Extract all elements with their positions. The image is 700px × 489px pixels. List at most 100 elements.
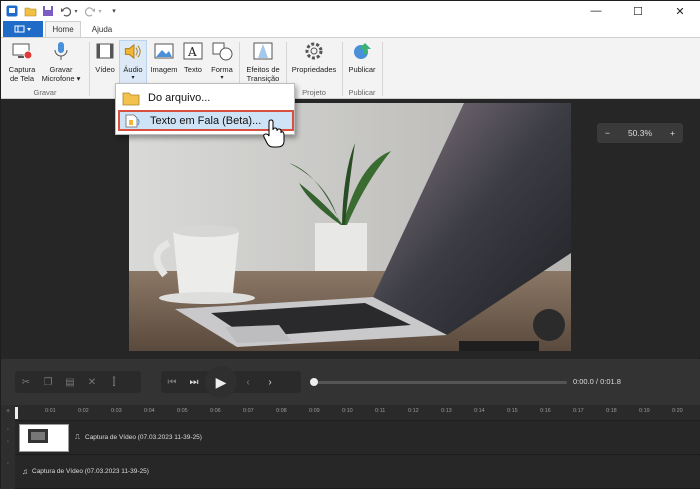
audio-label: Áudio (123, 65, 143, 74)
ruler-tick: 0:01 (45, 408, 56, 414)
tab-help[interactable]: Ajuda (85, 21, 119, 37)
save-icon[interactable] (41, 4, 55, 18)
ruler-tick: 0:03 (111, 408, 122, 414)
image-label: Imagem (150, 65, 178, 74)
ruler-tick: 0:04 (144, 408, 155, 414)
text-icon: A (183, 42, 203, 60)
shapes-icon (212, 42, 233, 61)
transition-effects-button[interactable]: Efeitos de Transição (243, 40, 283, 83)
music-note-icon: ♫ (22, 467, 28, 476)
properties-label: Propriedades (291, 65, 337, 74)
video-clip-thumbnail[interactable] (19, 424, 69, 452)
properties-button[interactable]: Propriedades (289, 40, 339, 74)
ruler-tick: 0:15 (507, 408, 518, 414)
speaker-icon (124, 43, 141, 60)
video-label: Vídeo (95, 65, 115, 74)
app-icon (5, 4, 19, 18)
ruler-tick: 0:02 (78, 408, 89, 414)
microphone-icon (54, 42, 68, 60)
ruler-tick: 0:19 (639, 408, 650, 414)
gear-icon (305, 42, 323, 60)
group-publish-label: Publicar (348, 88, 376, 97)
group-separator (89, 42, 90, 96)
transport-controls: ⏮ ⏭ ▶ ‹ › (161, 366, 301, 398)
laptop-photo (129, 103, 571, 351)
zoom-value[interactable]: 50.3% (628, 128, 652, 138)
publish-label: Publicar (348, 65, 376, 74)
paste-icon[interactable]: ▤ (59, 371, 81, 393)
image-icon (154, 43, 174, 59)
zoom-in-button[interactable]: + (670, 128, 675, 138)
undo-dropdown-icon[interactable]: ▾ (73, 4, 79, 18)
step-forward-icon[interactable]: ⏭ (183, 371, 205, 393)
playhead[interactable] (15, 407, 18, 419)
shape-label: Forma (211, 65, 233, 74)
redo-dropdown-icon[interactable]: ▾ (97, 4, 103, 18)
audio-track[interactable]: ♫ Captura de Vídeo (07.03.2023 11-39-25) (1, 456, 700, 489)
shape-button[interactable]: Forma ▾ (208, 40, 236, 83)
video-button[interactable]: Vídeo (93, 40, 117, 74)
redo-icon[interactable] (83, 4, 97, 18)
ruler-tick: 0:07 (243, 408, 254, 414)
copy-icon[interactable]: ❐ (37, 371, 59, 393)
video-clip-label: Captura de Vídeo (07.03.2023 11-39-25) (85, 434, 202, 441)
menu-item-label: Do arquivo... (148, 91, 211, 104)
group-separator (382, 42, 383, 96)
ruler-tick: 0:14 (474, 408, 485, 414)
zoom-control: − 50.3% + (597, 123, 683, 143)
capture-screen-button[interactable]: Captura de Tela (5, 40, 39, 83)
minimize-button[interactable]: — (575, 1, 617, 21)
text-button[interactable]: A Texto (181, 40, 205, 74)
ruler-tick: 0:13 (441, 408, 452, 414)
play-icon[interactable]: ▶ (205, 366, 237, 398)
menu-item-from-file[interactable]: Do arquivo... (118, 87, 294, 108)
preview-canvas[interactable] (129, 103, 571, 351)
capture-screen-label: Captura de Tela (8, 65, 36, 83)
next-frame-icon[interactable]: › (259, 371, 281, 393)
track-sidebar: + ◦ ◦ ◦ (1, 405, 15, 489)
transition-effects-label: Efeitos de Transição (246, 65, 280, 83)
undo-icon[interactable] (59, 4, 73, 18)
publish-button[interactable]: Publicar (345, 40, 379, 74)
go-start-icon[interactable]: ⏮ (161, 371, 183, 393)
chevron-down-icon: ▾ (220, 75, 224, 81)
prev-frame-icon[interactable]: ‹ (237, 371, 259, 393)
title-bar: ▾ ▾ ▾ — ☐ ✕ (1, 1, 700, 21)
timeline-ruler[interactable]: 0:01 0:02 0:03 0:04 0:05 0:06 0:07 0:08 … (1, 405, 700, 421)
text-to-speech-icon (125, 114, 140, 127)
ruler-tick: 0:20 (672, 408, 683, 414)
video-track[interactable]: ⎍ Captura de Vídeo (07.03.2023 11-39-25) (1, 421, 700, 455)
film-icon: ⎍ (75, 434, 80, 441)
close-button[interactable]: ✕ (659, 1, 700, 21)
audio-clip-label: Captura de Vídeo (07.03.2023 11-39-25) (32, 468, 149, 475)
track-toggle-icon[interactable]: ◦ (1, 461, 15, 467)
group-separator (342, 42, 343, 96)
group-record-label: Gravar (33, 88, 57, 97)
screen-record-icon (12, 43, 33, 60)
ruler-tick: 0:17 (573, 408, 584, 414)
file-menu-button[interactable] (3, 21, 43, 37)
zoom-out-button[interactable]: − (605, 128, 610, 138)
customize-icon[interactable]: ▾ (107, 4, 121, 18)
seek-handle[interactable] (310, 378, 318, 386)
image-button[interactable]: Imagem (150, 40, 178, 74)
split-icon[interactable]: ⫿ (103, 371, 125, 393)
transition-icon (253, 42, 273, 60)
record-mic-button[interactable]: Gravar Microfone ▾ (39, 40, 83, 83)
ribbon: Captura de Tela Gravar Microfone ▾ Grava… (1, 37, 700, 99)
time-display: 0:00.0 / 0:01.8 (573, 377, 621, 386)
delete-icon[interactable]: ✕ (81, 371, 103, 393)
ribbon-tabs: Home Ajuda (1, 21, 700, 37)
audio-button[interactable]: Áudio ▾ (119, 40, 147, 84)
ruler-tick: 0:11 (375, 408, 386, 414)
add-track-icon[interactable]: + (1, 408, 15, 415)
seek-bar[interactable] (313, 381, 567, 384)
track-toggle-icon[interactable]: ◦ (1, 427, 15, 433)
open-icon[interactable] (23, 4, 37, 18)
menu-icon (14, 25, 31, 33)
folder-icon (122, 92, 140, 105)
track-lock-icon[interactable]: ◦ (1, 439, 15, 445)
cut-icon[interactable]: ✂ (15, 371, 37, 393)
tab-home[interactable]: Home (45, 21, 81, 37)
maximize-button[interactable]: ☐ (617, 1, 659, 21)
